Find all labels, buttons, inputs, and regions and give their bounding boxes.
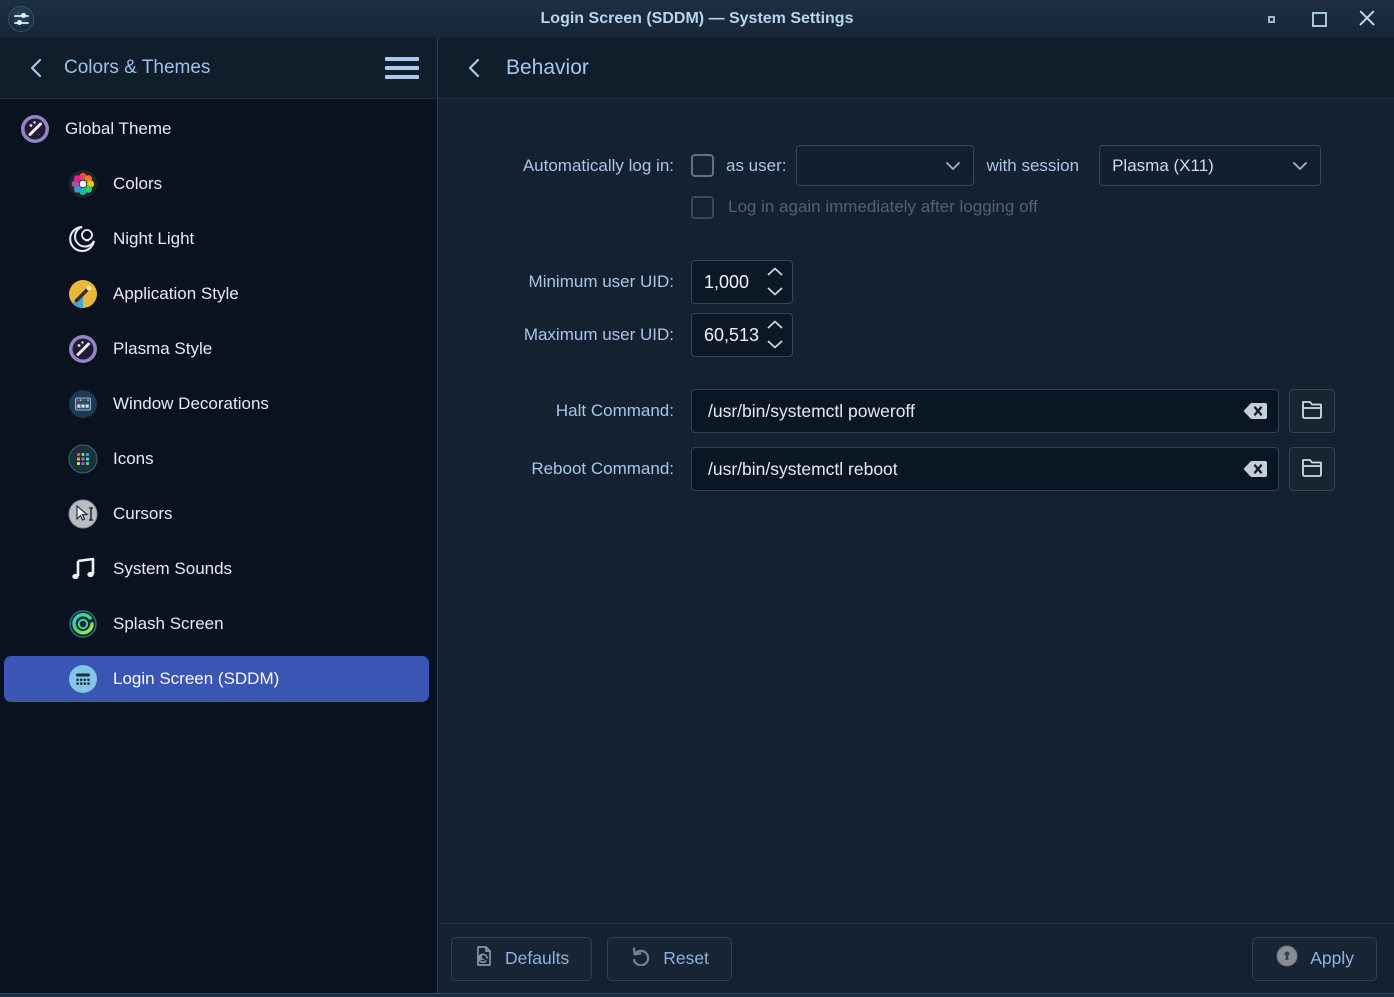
- close-icon: [1358, 10, 1376, 28]
- relogin-label: Log in again immediately after logging o…: [728, 197, 1038, 216]
- autologin-label: Automatically log in:: [522, 155, 674, 175]
- sidebar-item-night-light[interactable]: Night Light: [4, 216, 429, 262]
- sidebar-item-label: Application Style: [113, 284, 239, 303]
- icons-icon: [68, 444, 98, 474]
- window-title: Login Screen (SDDM) — System Settings: [540, 10, 854, 27]
- sidebar-item-label: Colors: [113, 174, 163, 193]
- min-uid-spinbox[interactable]: 1,000: [691, 260, 793, 304]
- behavior-page: Automatically log in: as user: with sess…: [438, 99, 1394, 994]
- reboot-command-field[interactable]: [691, 447, 1279, 491]
- spin-down-icon[interactable]: [766, 336, 784, 354]
- titlebar[interactable]: Login Screen (SDDM) — System Settings: [0, 0, 1394, 38]
- folder-icon: [1300, 456, 1324, 483]
- splash-screen-icon: [68, 609, 98, 639]
- minimize-button[interactable]: [1260, 8, 1282, 30]
- reset-button-label: Reset: [663, 948, 709, 968]
- main-header: Behavior: [438, 38, 1394, 98]
- apply-check-icon: [1275, 944, 1299, 973]
- session-value: Plasma (X11): [1112, 155, 1214, 175]
- sidebar-item-plasma-style[interactable]: Plasma Style: [4, 326, 429, 372]
- apply-button-label: Apply: [1310, 948, 1354, 968]
- sidebar-item-label: Plasma Style: [113, 339, 213, 358]
- sidebar-item-login-screen-sddm[interactable]: Login Screen (SDDM): [4, 656, 429, 702]
- night-light-icon: [68, 224, 98, 254]
- chevron-down-icon: [945, 156, 961, 176]
- colors-icon: [68, 169, 98, 199]
- max-uid-spinbox[interactable]: 60,513: [691, 313, 793, 357]
- sidebar-item-label: Window Decorations: [113, 394, 269, 413]
- relogin-checkbox: [691, 195, 714, 219]
- halt-command-label: Halt Command:: [555, 401, 674, 420]
- sidebar-item-window-decorations[interactable]: Window Decorations: [4, 381, 429, 427]
- halt-command-field[interactable]: [691, 389, 1279, 433]
- reset-button[interactable]: Reset: [607, 936, 732, 981]
- sidebar-item-cursors[interactable]: Cursors: [4, 491, 429, 537]
- min-uid-label: Minimum user UID:: [528, 272, 674, 291]
- sidebar-item-label: System Sounds: [113, 559, 233, 578]
- chevron-down-icon: [1292, 156, 1308, 176]
- clear-text-icon[interactable]: [1242, 459, 1268, 479]
- minimize-icon: [1267, 15, 1275, 23]
- sidebar-item-label: Splash Screen: [113, 614, 224, 633]
- sidebar-item-global-theme[interactable]: Global Theme: [4, 106, 429, 152]
- halt-command-input[interactable]: [692, 400, 1242, 422]
- back-icon[interactable]: [26, 57, 48, 79]
- settings-sliders-icon: [8, 6, 34, 32]
- spin-up-icon[interactable]: [766, 316, 784, 334]
- footer-bar: Defaults Reset Apply: [439, 923, 1394, 993]
- plasma-style-icon: [68, 334, 98, 364]
- page-title: Behavior: [506, 56, 589, 79]
- max-uid-value: 60,513: [704, 324, 760, 345]
- defaults-icon: [474, 945, 494, 972]
- login-screen-icon: [68, 664, 98, 694]
- sidebar-item-label: Global Theme: [65, 119, 172, 138]
- as-user-label: as user:: [726, 155, 787, 175]
- defaults-button[interactable]: Defaults: [451, 936, 593, 981]
- min-uid-value: 1,000: [704, 271, 750, 292]
- sidebar-item-application-style[interactable]: Application Style: [4, 271, 429, 317]
- reboot-command-input[interactable]: [692, 458, 1242, 480]
- session-combobox[interactable]: Plasma (X11): [1099, 145, 1322, 186]
- browse-reboot-button[interactable]: [1289, 447, 1335, 491]
- spin-up-icon[interactable]: [766, 263, 784, 281]
- maximize-icon: [1311, 11, 1327, 27]
- folder-icon: [1300, 398, 1324, 425]
- maximize-button[interactable]: [1308, 8, 1330, 30]
- sidebar-item-icons[interactable]: Icons: [4, 436, 429, 482]
- autologin-checkbox[interactable]: [691, 154, 714, 177]
- system-sounds-icon: [68, 554, 98, 584]
- back-icon[interactable]: [464, 57, 486, 79]
- spin-down-icon[interactable]: [766, 283, 784, 301]
- browse-halt-button[interactable]: [1289, 389, 1335, 433]
- clear-text-icon[interactable]: [1242, 401, 1268, 421]
- hamburger-menu-icon[interactable]: [385, 55, 419, 81]
- sidebar-item-label: Icons: [113, 449, 154, 468]
- cursors-icon: [68, 499, 98, 529]
- application-style-icon: [68, 279, 98, 309]
- sidebar-item-label: Cursors: [113, 504, 173, 523]
- with-session-label: with session: [986, 155, 1080, 175]
- sidebar: Global Theme Colors Night Light Applicat…: [0, 99, 438, 994]
- max-uid-label: Maximum user UID:: [523, 325, 674, 344]
- sidebar-header: Colors & Themes: [0, 38, 438, 98]
- header-band: Colors & Themes Behavior: [0, 38, 1394, 99]
- close-button[interactable]: [1356, 8, 1378, 30]
- sidebar-item-system-sounds[interactable]: System Sounds: [4, 546, 429, 592]
- window-bottom-border: [0, 993, 1394, 997]
- sidebar-item-label: Login Screen (SDDM): [113, 669, 280, 688]
- autologin-user-combobox[interactable]: [796, 145, 975, 186]
- sidebar-item-splash-screen[interactable]: Splash Screen: [4, 601, 429, 647]
- window-decorations-icon: [68, 389, 98, 419]
- reboot-command-label: Reboot Command:: [531, 459, 674, 478]
- defaults-button-label: Defaults: [505, 948, 570, 968]
- undo-icon: [630, 946, 652, 971]
- global-theme-icon: [20, 114, 50, 144]
- apply-button[interactable]: Apply: [1252, 936, 1377, 981]
- sidebar-header-title: Colors & Themes: [64, 57, 211, 78]
- sidebar-item-label: Night Light: [113, 229, 195, 248]
- sidebar-item-colors[interactable]: Colors: [4, 161, 429, 207]
